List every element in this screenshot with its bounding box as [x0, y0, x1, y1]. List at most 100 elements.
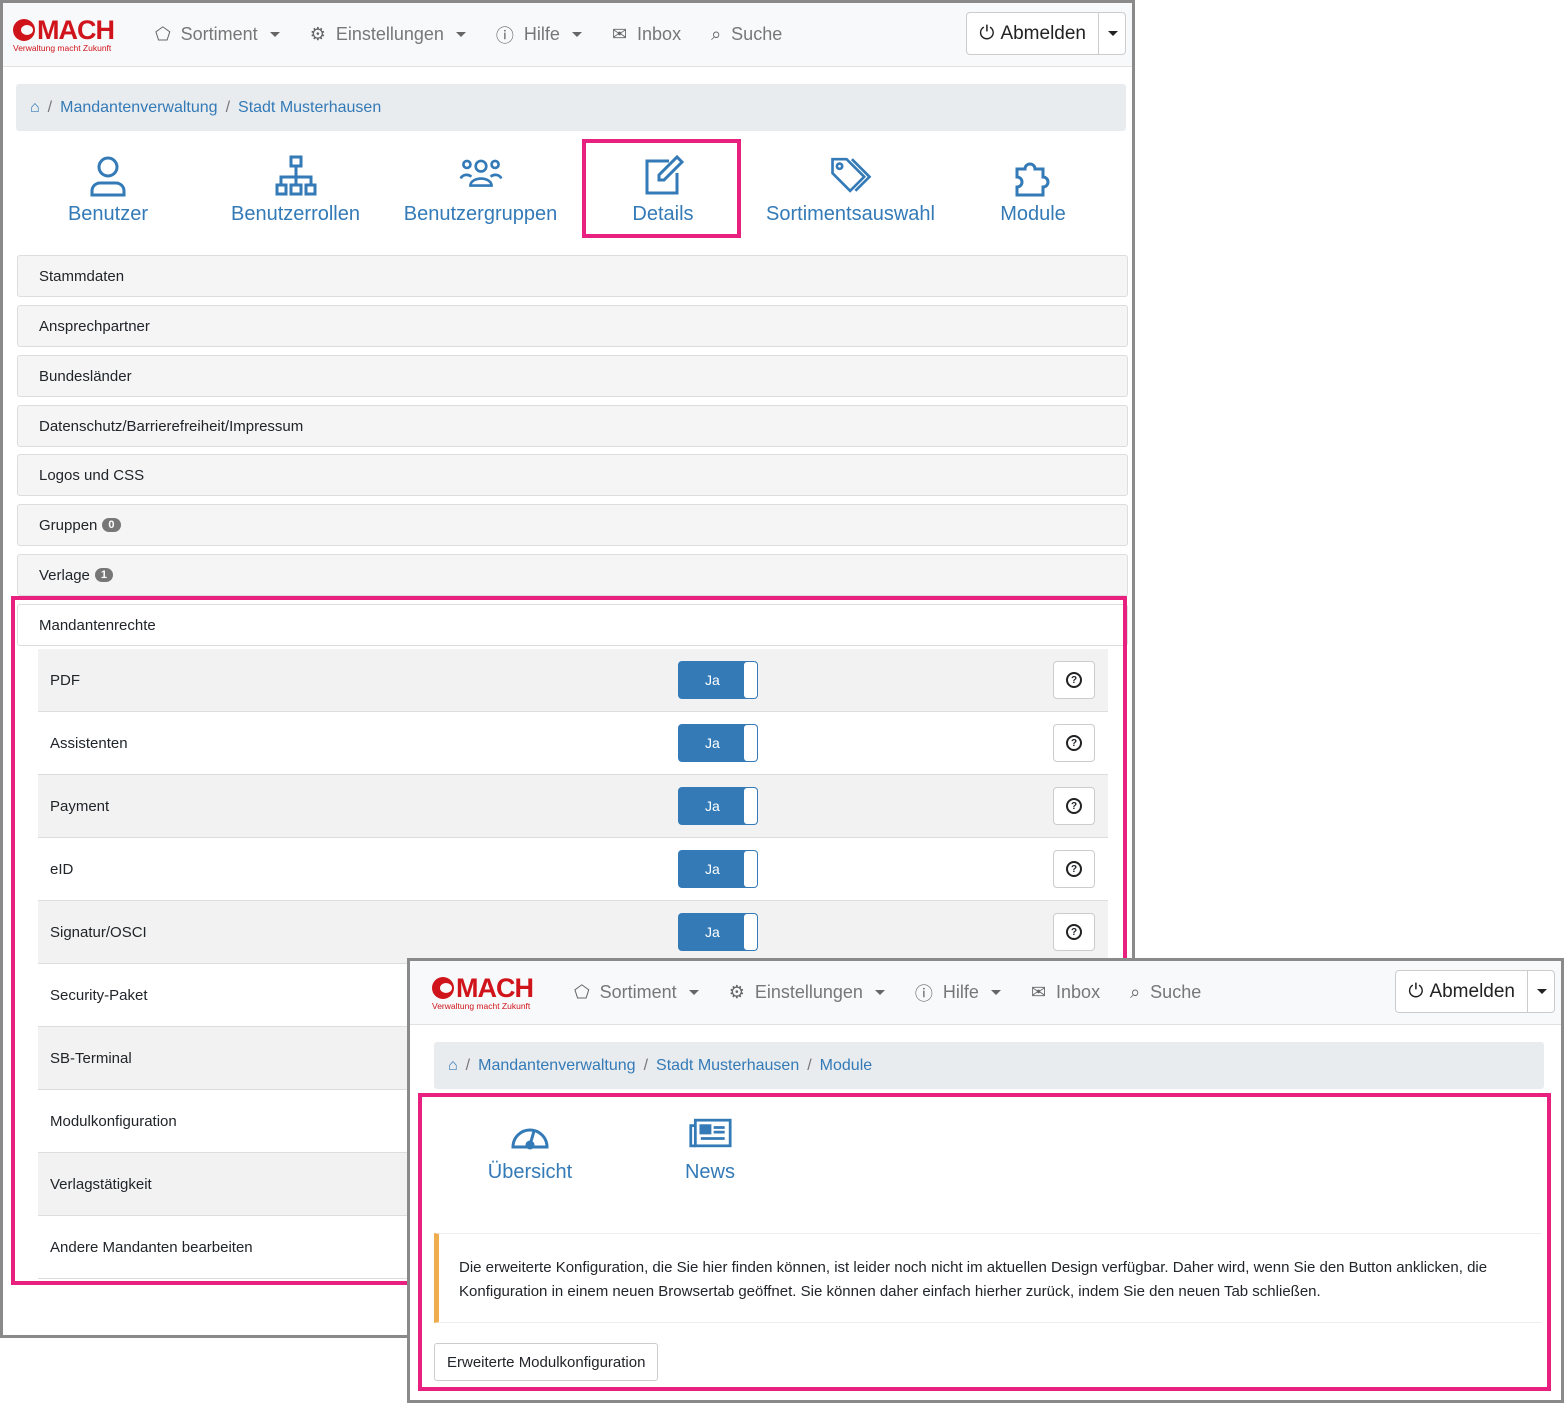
logout-button[interactable]: ⏻ Abmelden: [967, 13, 1098, 54]
envelope-icon: ✉: [1030, 982, 1047, 1002]
logout-button[interactable]: ⏻ Abmelden: [1396, 971, 1527, 1012]
tab-label: Sortimentsauswahl: [766, 203, 935, 225]
panel-ansprechpartner[interactable]: Ansprechpartner: [17, 305, 1128, 347]
tab-label: Benutzergruppen: [403, 203, 558, 225]
breadcrumb-stadt-musterhausen[interactable]: Stadt Musterhausen: [238, 99, 381, 117]
panel-title: Gruppen: [39, 516, 98, 534]
logo-text: MACH: [456, 972, 534, 1003]
caret-down-icon: [688, 990, 699, 995]
nav-label: Sortiment: [599, 982, 677, 1002]
home-icon[interactable]: ⌂: [448, 1057, 458, 1075]
logo[interactable]: MACH Verwaltung macht Zukunft: [432, 972, 544, 1011]
panel-title: Verlage: [39, 566, 90, 584]
nav-inbox[interactable]: ✉ Inbox: [1031, 982, 1100, 1003]
nav-einstellungen[interactable]: ⚙ Einstellungen: [310, 24, 466, 45]
panel-title: Datenschutz/Barrierefreiheit/Impressum: [39, 417, 304, 435]
separator: /: [807, 1056, 812, 1074]
tag-icon: ⬠: [155, 24, 171, 44]
navbar: MACH Verwaltung macht Zukunft ⬠ Sortiment …: [410, 961, 1561, 1025]
logout-label: Abmelden: [1429, 980, 1515, 1002]
logo-tagline: Verwaltung macht Zukunft: [13, 42, 112, 53]
logo-text: MACH: [37, 14, 115, 45]
nav-label: Inbox: [1056, 982, 1101, 1002]
home-icon[interactable]: ⌂: [30, 99, 40, 117]
power-icon: ⏻: [1408, 980, 1424, 1002]
breadcrumb-stadt-musterhausen[interactable]: Stadt Musterhausen: [656, 1057, 799, 1075]
search-icon: ⌕: [711, 24, 722, 44]
breadcrumb-mandantenverwaltung[interactable]: Mandantenverwaltung: [60, 99, 217, 117]
sitemap-icon: [275, 155, 316, 196]
user-icon: [90, 156, 126, 197]
panel-title: Logos und CSS: [39, 466, 145, 484]
panel-stammdaten[interactable]: Stammdaten: [17, 255, 1128, 297]
nav-label: Sortiment: [180, 24, 258, 44]
panel-gruppen[interactable]: Gruppen 0: [17, 504, 1128, 546]
tab-benutzergruppen[interactable]: Benutzergruppen: [398, 153, 563, 226]
question-circle-icon: ⓘ: [495, 25, 514, 46]
nav-suche[interactable]: ⌕ Suche: [711, 24, 782, 45]
nav-label: Suche: [1150, 982, 1202, 1002]
panel-title: Ansprechpartner: [39, 317, 150, 335]
logo[interactable]: MACH Verwaltung macht Zukunft: [13, 14, 125, 53]
nav-hilfe[interactable]: ⓘ Hilfe: [496, 22, 582, 48]
logout-label: Abmelden: [1000, 22, 1086, 44]
nav-label: Einstellungen: [335, 24, 444, 44]
highlight-module-content: [418, 1093, 1551, 1391]
logout-group: ⏻ Abmelden: [1395, 970, 1555, 1013]
nav-label: Inbox: [637, 24, 682, 44]
separator: /: [47, 98, 53, 116]
breadcrumb-module[interactable]: Module: [820, 1057, 872, 1075]
caret-down-icon: [1537, 989, 1547, 994]
tab-sortimentsauswahl[interactable]: Sortimentsauswahl: [758, 153, 943, 226]
nav-hilfe[interactable]: ⓘ Hilfe: [915, 980, 1001, 1006]
highlight-details-tab: [582, 139, 741, 238]
logout-dropdown-toggle[interactable]: [1527, 971, 1554, 1012]
nav-suche[interactable]: ⌕ Suche: [1130, 982, 1201, 1003]
caret-down-icon: [269, 32, 280, 37]
nav-label: Hilfe: [523, 24, 560, 44]
separator: /: [643, 1056, 649, 1074]
logout-dropdown-toggle[interactable]: [1098, 13, 1125, 54]
nav-label: Suche: [731, 24, 783, 44]
gear-icon: ⚙: [309, 24, 326, 44]
puzzle-icon: [1015, 162, 1050, 197]
gear-icon: ⚙: [728, 982, 745, 1002]
tab-label: Benutzerrollen: [231, 203, 360, 225]
question-circle-icon: ⓘ: [914, 983, 933, 1004]
panel-logos-css[interactable]: Logos und CSS: [17, 454, 1128, 496]
nav-label: Einstellungen: [754, 982, 863, 1002]
nav-inbox[interactable]: ✉ Inbox: [612, 24, 681, 45]
tab-module[interactable]: Module: [983, 153, 1083, 226]
tab-benutzer[interactable]: Benutzer: [48, 153, 168, 226]
tag-icon: ⬠: [574, 982, 590, 1002]
count-badge: 0: [102, 518, 121, 532]
logo-tagline: Verwaltung macht Zukunft: [432, 1000, 531, 1011]
separator: /: [225, 98, 231, 116]
panel-bundeslaender[interactable]: Bundesländer: [17, 355, 1128, 397]
separator: /: [465, 1056, 471, 1074]
logout-group: ⏻ Abmelden: [966, 12, 1126, 55]
caret-down-icon: [874, 990, 885, 995]
count-badge: 1: [94, 568, 113, 582]
nav-einstellungen[interactable]: ⚙ Einstellungen: [729, 982, 885, 1003]
nav-sortiment[interactable]: ⬠ Sortiment: [155, 24, 280, 45]
breadcrumb: ⌂ / Mandantenverwaltung / Stadt Musterhaus…: [434, 1042, 1544, 1089]
tab-benutzerrollen[interactable]: Benutzerrollen: [223, 153, 368, 226]
panel-verlage[interactable]: Verlage 1: [17, 554, 1128, 596]
breadcrumb-mandantenverwaltung[interactable]: Mandantenverwaltung: [478, 1057, 635, 1075]
nav-label: Hilfe: [942, 982, 979, 1002]
panel-datenschutz[interactable]: Datenschutz/Barrierefreiheit/Impressum: [17, 405, 1128, 447]
tags-icon: [830, 157, 871, 193]
caret-down-icon: [1108, 31, 1118, 36]
panel-title: Bundesländer: [39, 367, 132, 385]
breadcrumb: ⌂ / Mandantenverwaltung / Stadt Musterhaus…: [16, 84, 1126, 131]
navbar: MACH Verwaltung macht Zukunft ⬠ Sortiment …: [3, 3, 1132, 67]
tab-label: Benutzer: [67, 203, 149, 225]
panel-title: Stammdaten: [39, 267, 125, 285]
power-icon: ⏻: [979, 22, 995, 44]
nav-sortiment[interactable]: ⬠ Sortiment: [574, 982, 699, 1003]
caret-down-icon: [571, 32, 582, 37]
caret-down-icon: [455, 32, 466, 37]
search-icon: ⌕: [1130, 982, 1141, 1002]
tab-label: Module: [1000, 203, 1066, 225]
